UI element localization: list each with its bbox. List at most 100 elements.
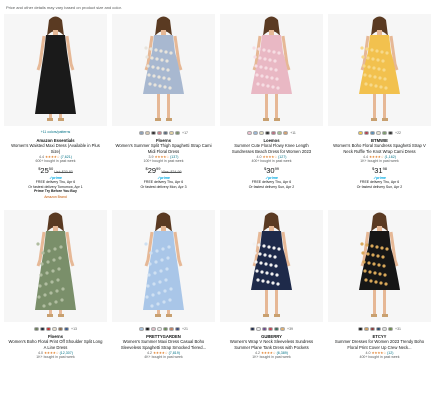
color-swatch[interactable] [370, 326, 375, 332]
color-swatch[interactable] [169, 326, 174, 332]
more-colors-link[interactable]: +13 [71, 327, 77, 331]
color-swatch[interactable] [358, 130, 363, 136]
review-count-link[interactable]: (1,162) [385, 155, 396, 159]
product-card[interactable]: +22 BTMWIE Women's Boho Floral Sundress Sp… [328, 14, 431, 204]
product-card[interactable]: +13 Floerns Women's Boho Floral Print Off … [4, 210, 107, 400]
try-before-buy: Prime Try Before You Buy [34, 189, 77, 194]
more-colors-link[interactable]: +11 [290, 131, 296, 135]
color-swatch[interactable] [388, 130, 393, 136]
color-swatch[interactable] [46, 326, 51, 332]
product-image[interactable] [112, 14, 215, 126]
color-swatch[interactable] [247, 130, 252, 136]
color-swatch[interactable] [151, 326, 156, 332]
product-card[interactable]: +31 ETCYY Summer Dresses for Women 2023 Tr… [328, 210, 431, 400]
product-card[interactable]: +17 Floerns Women's Summer Split Thigh Spa… [112, 14, 215, 204]
color-swatch[interactable] [271, 130, 276, 136]
color-swatch[interactable] [52, 326, 57, 332]
product-image[interactable] [220, 14, 323, 126]
color-swatch[interactable] [280, 326, 285, 332]
color-swatch[interactable] [364, 326, 369, 332]
color-swatch[interactable] [163, 326, 168, 332]
review-count-link[interactable]: (12) [387, 351, 393, 355]
product-title[interactable]: Women's Wrap V Neck Sleeveless Sundress … [220, 339, 323, 350]
color-swatch[interactable] [139, 130, 144, 136]
color-swatch[interactable] [376, 326, 381, 332]
product-title[interactable]: Women's Boho Floral Sundress Spaghetti S… [328, 143, 431, 154]
review-count-link[interactable]: (7,819) [169, 351, 180, 355]
star-rating-icon[interactable]: ★★★★☆ [153, 351, 168, 355]
product-price[interactable]: $2999 Was: $34.99 [112, 166, 215, 175]
color-options-link[interactable]: +11 colors/patterns [4, 130, 107, 136]
review-count-link[interactable]: (137) [170, 155, 178, 159]
color-swatch[interactable] [283, 130, 288, 136]
product-image[interactable] [328, 14, 431, 126]
more-colors-link[interactable]: +31 [395, 327, 401, 331]
more-colors-link[interactable]: +39 [287, 327, 293, 331]
color-swatch[interactable] [250, 326, 255, 332]
color-swatch[interactable] [157, 130, 162, 136]
review-count-link[interactable]: (7,621) [61, 155, 72, 159]
color-swatch[interactable] [139, 326, 144, 332]
color-swatch[interactable] [259, 130, 264, 136]
product-card[interactable]: +21 PRETTYGARDEN Women's Summer Maxi Dress… [112, 210, 215, 400]
more-colors-link[interactable]: +21 [182, 327, 188, 331]
product-title[interactable]: Summer Cute Floral Flowy Knee Length Sun… [220, 143, 323, 154]
product-title[interactable]: Women's Waisted Maxi Dress (Available in… [4, 143, 107, 154]
product-image[interactable] [328, 210, 431, 322]
product-image[interactable] [112, 210, 215, 322]
more-colors-link[interactable]: +17 [182, 131, 188, 135]
color-swatch[interactable] [370, 130, 375, 136]
star-rating-icon[interactable]: ★★★★☆ [261, 351, 276, 355]
star-rating-icon[interactable]: ★★★★☆ [44, 351, 59, 355]
product-title[interactable]: Women's Boho Floral Print Off Shoulder S… [4, 339, 107, 350]
product-price[interactable]: $2550 List: $30.80 [4, 166, 107, 175]
review-count-link[interactable]: (127) [278, 155, 286, 159]
product-title[interactable]: Women's Summer Split Thigh Spaghetti Str… [112, 143, 215, 154]
star-rating-icon[interactable]: ★★★★☆ [369, 155, 384, 159]
product-image[interactable] [4, 210, 107, 322]
star-rating-icon[interactable]: ★★★★☆ [45, 155, 60, 159]
color-swatch[interactable] [376, 130, 381, 136]
color-swatch[interactable] [388, 326, 393, 332]
product-image[interactable] [4, 14, 107, 126]
color-swatch[interactable] [274, 326, 279, 332]
color-swatch[interactable] [169, 130, 174, 136]
color-swatch[interactable] [262, 326, 267, 332]
price-whole: 30 [266, 165, 275, 175]
color-swatch[interactable] [256, 326, 261, 332]
product-title[interactable]: Women's Summer Maxi Dress Casual Boho Sl… [112, 339, 215, 350]
color-swatch[interactable] [382, 130, 387, 136]
star-rating-icon[interactable]: ★★★★☆ [371, 351, 386, 355]
product-card[interactable]: +39 GUBERRY Women's Wrap V Neck Sleeveless… [220, 210, 323, 400]
star-rating-icon[interactable]: ★★★★☆ [155, 155, 170, 159]
color-swatch[interactable] [64, 326, 69, 332]
color-swatch[interactable] [157, 326, 162, 332]
color-swatch[interactable] [163, 130, 168, 136]
color-swatch[interactable] [145, 326, 150, 332]
product-price[interactable]: $3099 [220, 166, 323, 175]
more-colors-link[interactable]: +22 [395, 131, 401, 135]
product-card[interactable]: +11 Loemos Summer Cute Floral Flowy Knee L… [220, 14, 323, 204]
color-swatch[interactable] [175, 130, 180, 136]
color-swatch[interactable] [58, 326, 63, 332]
product-title[interactable]: Summer Dresses for Women 2023 Trendy Boh… [328, 339, 431, 350]
color-swatch[interactable] [268, 326, 273, 332]
review-count-link[interactable]: (12,307) [60, 351, 73, 355]
color-swatch[interactable] [253, 130, 258, 136]
review-count-link[interactable]: (6,389) [277, 351, 288, 355]
color-swatch[interactable] [175, 326, 180, 332]
color-swatch[interactable] [145, 130, 150, 136]
color-swatch[interactable] [34, 326, 39, 332]
product-image[interactable] [220, 210, 323, 322]
color-swatch[interactable] [364, 130, 369, 136]
color-swatch[interactable] [151, 130, 156, 136]
product-card[interactable]: +11 colors/patterns Amazon Essentials Wome… [4, 14, 107, 204]
product-info: +17 Floerns Women's Summer Split Thigh Spa… [112, 130, 215, 189]
color-swatch[interactable] [277, 130, 282, 136]
product-price[interactable]: $3198 [328, 166, 431, 175]
color-swatch[interactable] [40, 326, 45, 332]
color-swatch[interactable] [265, 130, 270, 136]
color-swatch[interactable] [382, 326, 387, 332]
color-swatch[interactable] [358, 326, 363, 332]
star-rating-icon[interactable]: ★★★★☆ [263, 155, 278, 159]
